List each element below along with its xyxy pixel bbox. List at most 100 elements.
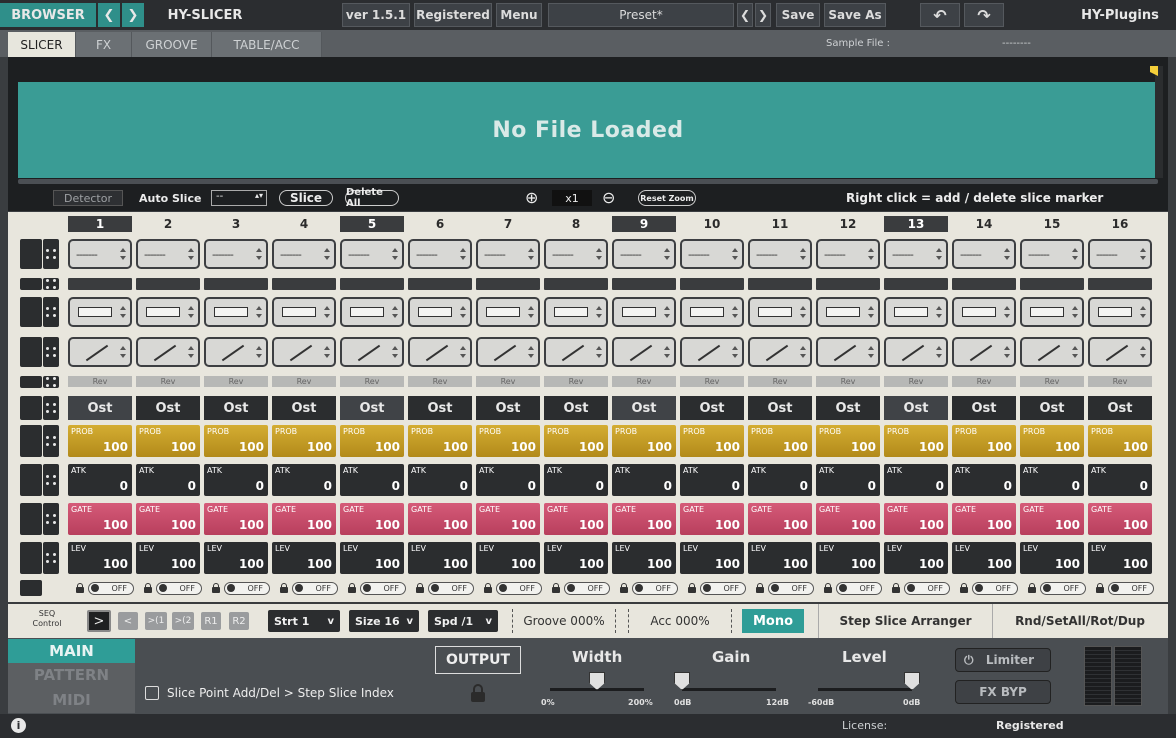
step-toggle[interactable] [612,278,676,290]
registered-button[interactable]: Registered [414,3,492,27]
attack-knob[interactable]: ATK 0 [272,464,336,496]
offset-button[interactable]: Ost [68,396,132,420]
dice-icon[interactable] [43,396,59,420]
step-toggle[interactable] [1088,278,1152,290]
envelope-select[interactable] [952,337,1016,367]
gate-knob[interactable]: GATE 100 [680,503,744,535]
level-knob[interactable]: LEV 100 [136,542,200,574]
offset-button[interactable]: Ost [1088,396,1152,420]
envelope-select[interactable] [476,337,540,367]
lock-icon[interactable] [960,583,968,593]
undo-button[interactable]: ↶ [920,3,960,27]
step-toggle[interactable] [884,278,948,290]
lock-icon[interactable] [212,583,220,593]
browser-next-button[interactable]: ❯ [122,3,144,27]
lock-icon[interactable] [416,583,424,593]
reverse-button[interactable]: Rev [544,376,608,387]
browser-prev-button[interactable]: ❮ [98,3,120,27]
envelope-select[interactable] [544,337,608,367]
level-knob[interactable]: LEV 100 [1088,542,1152,574]
envelope-select[interactable] [1088,337,1152,367]
gate-knob[interactable]: GATE 100 [884,503,948,535]
envelope-select[interactable] [272,337,336,367]
gate-knob[interactable]: GATE 100 [204,503,268,535]
step-off-toggle[interactable]: OFF [360,581,406,595]
step-off-toggle[interactable]: OFF [700,581,746,595]
dice-icon[interactable] [43,337,59,367]
slice-index-select[interactable]: ------- [68,239,132,269]
attack-knob[interactable]: ATK 0 [884,464,948,496]
prob-knob[interactable]: PROB 100 [816,425,880,457]
offset-button[interactable]: Ost [612,396,676,420]
step-off-toggle[interactable]: OFF [88,581,134,595]
slice-mode-select[interactable] [1020,297,1084,327]
step-toggle[interactable] [544,278,608,290]
step-toggle[interactable] [952,278,1016,290]
detector-button[interactable]: Detector [53,190,123,206]
slice-mode-select[interactable] [136,297,200,327]
prob-knob[interactable]: PROB 100 [952,425,1016,457]
attack-knob[interactable]: ATK 0 [204,464,268,496]
slice-mode-select[interactable] [408,297,472,327]
speed-select[interactable]: Spd /1 v [428,610,498,632]
tab-fx[interactable]: FX [76,32,132,57]
menu-button[interactable]: Menu [496,3,542,27]
reverse-button[interactable]: Rev [680,376,744,387]
size-select[interactable]: Size 16 v [349,610,419,632]
attack-knob[interactable]: ATK 0 [1088,464,1152,496]
prob-knob[interactable]: PROB 100 [1020,425,1084,457]
step-slice-arranger-button[interactable]: Step Slice Arranger [818,604,993,638]
tab-groove[interactable]: GROOVE [132,32,212,57]
gate-knob[interactable]: GATE 100 [340,503,404,535]
prob-knob[interactable]: PROB 100 [408,425,472,457]
groove-amount[interactable]: Groove 000% [512,609,616,633]
step-off-toggle[interactable]: OFF [564,581,610,595]
prob-knob[interactable]: PROB 100 [68,425,132,457]
reverse-button[interactable]: Rev [340,376,404,387]
gate-knob[interactable]: GATE 100 [952,503,1016,535]
slice-index-select[interactable]: ------- [680,239,744,269]
attack-knob[interactable]: ATK 0 [544,464,608,496]
reverse-button[interactable]: Rev [204,376,268,387]
level-knob[interactable]: LEV 100 [544,542,608,574]
dice-icon[interactable] [43,278,59,290]
reset-zoom-button[interactable]: Reset Zoom [638,190,696,206]
envelope-select[interactable] [680,337,744,367]
lock-icon[interactable] [1028,583,1036,593]
step-off-toggle[interactable]: OFF [836,581,882,595]
level-knob[interactable]: LEV 100 [68,542,132,574]
reverse-button[interactable]: Rev [748,376,812,387]
step-toggle[interactable] [680,278,744,290]
envelope-select[interactable] [884,337,948,367]
step-off-toggle[interactable]: OFF [972,581,1018,595]
step-off-toggle[interactable]: OFF [632,581,678,595]
reverse-button[interactable]: Rev [136,376,200,387]
offset-button[interactable]: Ost [952,396,1016,420]
slice-mode-select[interactable] [272,297,336,327]
level-knob[interactable]: LEV 100 [408,542,472,574]
rnd-setall-button[interactable]: Rnd/SetAll/Rot/Dup [995,604,1165,638]
level-knob[interactable]: LEV 100 [748,542,812,574]
attack-knob[interactable]: ATK 0 [340,464,404,496]
reverse-button[interactable]: Rev [952,376,1016,387]
prob-knob[interactable]: PROB 100 [748,425,812,457]
envelope-select[interactable] [612,337,676,367]
browser-button[interactable]: BROWSER [0,3,96,27]
step-toggle[interactable] [476,278,540,290]
lock-icon[interactable] [1096,583,1104,593]
reverse-button[interactable]: Rev [1020,376,1084,387]
level-knob[interactable]: LEV 100 [204,542,268,574]
step-off-toggle[interactable]: OFF [1040,581,1086,595]
step-toggle[interactable] [272,278,336,290]
attack-knob[interactable]: ATK 0 [952,464,1016,496]
attack-knob[interactable]: ATK 0 [408,464,472,496]
slice-mode-select[interactable] [612,297,676,327]
step-off-toggle[interactable]: OFF [428,581,474,595]
slice-mode-select[interactable] [952,297,1016,327]
offset-button[interactable]: Ost [1020,396,1084,420]
offset-button[interactable]: Ost [204,396,268,420]
level-knob[interactable]: LEV 100 [680,542,744,574]
level-knob[interactable]: LEV 100 [272,542,336,574]
waveform-vscroll[interactable] [1155,66,1163,178]
offset-button[interactable]: Ost [680,396,744,420]
